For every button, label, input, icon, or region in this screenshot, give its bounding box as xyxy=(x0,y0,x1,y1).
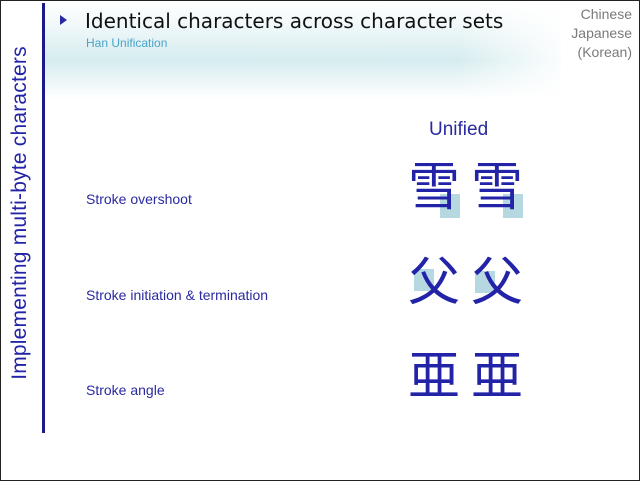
row-label-stroke-angle: Stroke angle xyxy=(86,382,165,398)
han-glyph: 亜 xyxy=(407,347,460,407)
han-glyph: 父 xyxy=(407,253,460,313)
han-glyph: 雪 xyxy=(407,158,460,218)
language-korean: (Korean) xyxy=(577,44,632,60)
language-japanese: Japanese xyxy=(571,25,632,41)
row-label-stroke-overshoot: Stroke overshoot xyxy=(86,191,192,207)
han-glyph: 亜 xyxy=(470,347,523,407)
unified-heading: Unified xyxy=(429,119,489,140)
glyph-cell: 父 xyxy=(467,253,527,313)
glyph-cell: 亜 xyxy=(404,347,464,407)
slide-subtitle: Han Unification xyxy=(86,36,168,50)
triangle-right-icon xyxy=(60,15,67,25)
glyph-cell: 雪 xyxy=(467,158,527,218)
glyph-cell: 雪 xyxy=(404,158,464,218)
han-glyph: 雪 xyxy=(470,158,523,218)
han-glyph: 父 xyxy=(470,253,523,313)
slide-title: Identical characters across character se… xyxy=(85,9,504,33)
row-label-stroke-initiation: Stroke initiation & termination xyxy=(86,287,269,303)
side-title-text: Implementing multi-byte characters xyxy=(8,46,31,380)
side-title: Implementing multi-byte characters xyxy=(1,3,39,423)
language-chinese: Chinese xyxy=(580,6,632,22)
glyph-cell: 父 xyxy=(404,253,464,313)
slide: Implementing multi-byte characters Ident… xyxy=(0,0,640,481)
language-list: Chinese Japanese (Korean) xyxy=(571,5,632,62)
glyph-cell: 亜 xyxy=(467,347,527,407)
side-divider xyxy=(42,3,45,433)
